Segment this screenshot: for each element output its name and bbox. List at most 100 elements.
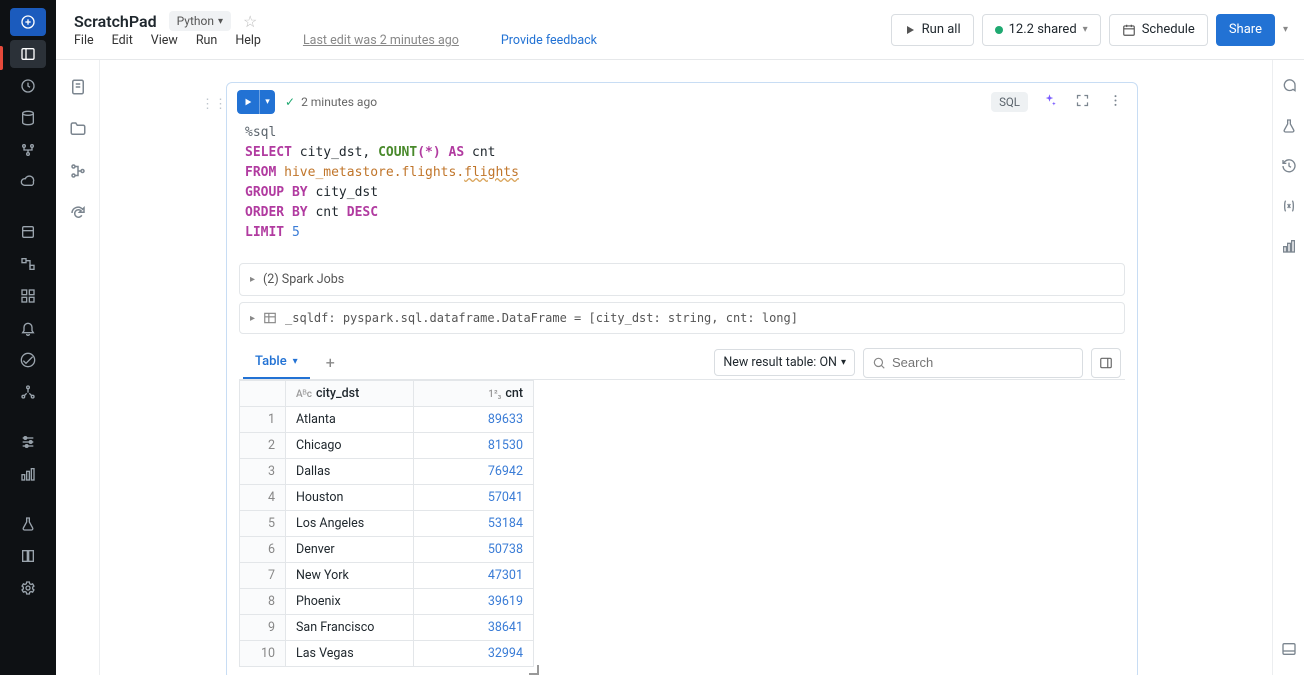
chart-icon[interactable] [1281,238,1297,258]
nav-dashboard-icon[interactable] [10,282,46,310]
expand-triangle-icon[interactable]: ▸ [250,313,255,324]
notebook-title[interactable]: ScratchPad [74,12,157,31]
share-button[interactable]: Share [1216,14,1275,46]
toc-icon[interactable] [69,78,87,100]
nav-pipeline-icon[interactable] [10,250,46,278]
schema-icon[interactable] [69,162,87,184]
table-row[interactable]: 2Chicago81530 [240,433,534,459]
cell-city_dst: New York [286,563,414,589]
spark-jobs-row[interactable]: ▸ (2) Spark Jobs [239,263,1125,296]
cell-city_dst: Atlanta [286,407,414,433]
add-tab-button[interactable]: + [318,347,343,378]
search-box[interactable] [863,348,1083,378]
table-row[interactable]: 9San Francisco38641 [240,615,534,641]
feedback-link[interactable]: Provide feedback [501,33,597,48]
table-row[interactable]: 6Denver50738 [240,537,534,563]
table-row[interactable]: 4Houston57041 [240,485,534,511]
check-icon: ✓ [285,95,295,109]
row-number-header[interactable] [240,381,286,407]
cell-cnt: 89633 [414,407,534,433]
cell-language-badge: SQL [991,92,1028,112]
status-dot-icon [995,26,1003,34]
cell-city_dst: San Francisco [286,615,414,641]
nav-models-icon[interactable] [10,542,46,570]
column-header-cnt[interactable]: 1²₃cnt [414,381,534,407]
row-number: 2 [240,433,286,459]
nav-alerts-icon[interactable] [10,314,46,342]
menu-view[interactable]: View [151,33,178,48]
nav-workflow-icon[interactable] [10,136,46,164]
run-cell-menu[interactable]: ▾ [259,90,275,114]
table-row[interactable]: 1Atlanta89633 [240,407,534,433]
nav-cluster-icon[interactable] [10,378,46,406]
nav-data-icon[interactable] [10,218,46,246]
cell-city_dst: Phoenix [286,589,414,615]
expand-triangle-icon[interactable]: ▸ [250,274,255,285]
history-icon[interactable] [1281,158,1297,178]
menu-file[interactable]: File [74,33,94,48]
bottom-panel-icon[interactable] [1281,641,1297,661]
variables-icon[interactable] [1281,198,1297,218]
search-input[interactable] [892,355,1074,370]
schedule-label: Schedule [1142,22,1195,37]
row-number: 1 [240,407,286,433]
row-number: 9 [240,615,286,641]
table-row[interactable]: 8Phoenix39619 [240,589,534,615]
spark-jobs-label: (2) Spark Jobs [263,272,344,287]
kebab-menu-icon[interactable] [1104,89,1127,116]
nav-panel-icon[interactable] [10,40,46,68]
expand-icon[interactable] [1071,89,1094,116]
column-header-city_dst[interactable]: Aᴮccity_dst [286,381,414,407]
run-cell-button[interactable] [237,97,259,107]
cell-city_dst: Los Angeles [286,511,414,537]
cell-city_dst: Denver [286,537,414,563]
cell-cnt: 50738 [414,537,534,563]
table-row[interactable]: 10Las Vegas32994 [240,641,534,667]
active-indicator [0,46,3,70]
nav-cloud-icon[interactable] [10,168,46,196]
language-selector[interactable]: Python▾ [169,11,231,31]
comments-icon[interactable] [1281,78,1297,98]
nav-settings-icon[interactable] [10,574,46,602]
refresh-icon[interactable] [69,204,87,226]
nav-experiments-icon[interactable] [10,510,46,538]
table-icon [263,311,277,325]
cluster-selector[interactable]: 12.2 shared ▾ [982,14,1101,46]
dataframe-info-row[interactable]: ▸ _sqldf: pyspark.sql.dataframe.DataFram… [239,302,1125,334]
schedule-button[interactable]: Schedule [1109,14,1208,46]
row-number: 5 [240,511,286,537]
row-number: 4 [240,485,286,511]
drag-handle-icon[interactable]: ⋮⋮ [201,97,227,112]
result-table-toggle[interactable]: New result table: ON ▾ [714,349,855,376]
table-row[interactable]: 3Dallas76942 [240,459,534,485]
cluster-label: 12.2 shared [1009,22,1077,37]
more-menu-icon[interactable]: ▾ [1283,24,1288,35]
chevron-down-icon: ▾ [1083,24,1088,35]
code-editor[interactable]: %sql SELECT city_dst, COUNT(*) AS cnt FR… [227,121,1137,263]
layout-toggle-icon[interactable] [1091,348,1121,378]
tab-table[interactable]: Table ▾ [243,346,310,379]
cell-status-time: 2 minutes ago [301,95,377,109]
nav-recents-icon[interactable] [10,72,46,100]
assistant-icon[interactable] [1038,89,1061,116]
menu-run[interactable]: Run [196,33,218,48]
create-button[interactable] [10,8,46,36]
nav-catalog-icon[interactable] [10,104,46,132]
nav-sliders-icon[interactable] [10,428,46,456]
last-edit-link[interactable]: Last edit was 2 minutes ago [303,33,459,48]
chevron-down-icon[interactable]: ▾ [293,356,298,367]
nav-jobs-icon[interactable] [10,346,46,374]
beaker-icon[interactable] [1281,118,1297,138]
folder-icon[interactable] [69,120,87,142]
left-nav-rail [0,0,56,675]
star-icon[interactable]: ☆ [243,12,257,31]
result-table: Aᴮccity_dst 1²₃cnt 1Atlanta896332Chicago… [239,380,534,667]
menu-help[interactable]: Help [235,33,261,48]
menu-edit[interactable]: Edit [112,33,133,48]
nav-reports-icon[interactable] [10,460,46,488]
table-row[interactable]: 7New York47301 [240,563,534,589]
resize-handle-icon[interactable] [529,665,539,675]
run-all-button[interactable]: Run all [891,14,974,46]
table-row[interactable]: 5Los Angeles53184 [240,511,534,537]
type-string-icon: Aᴮc [296,389,312,400]
